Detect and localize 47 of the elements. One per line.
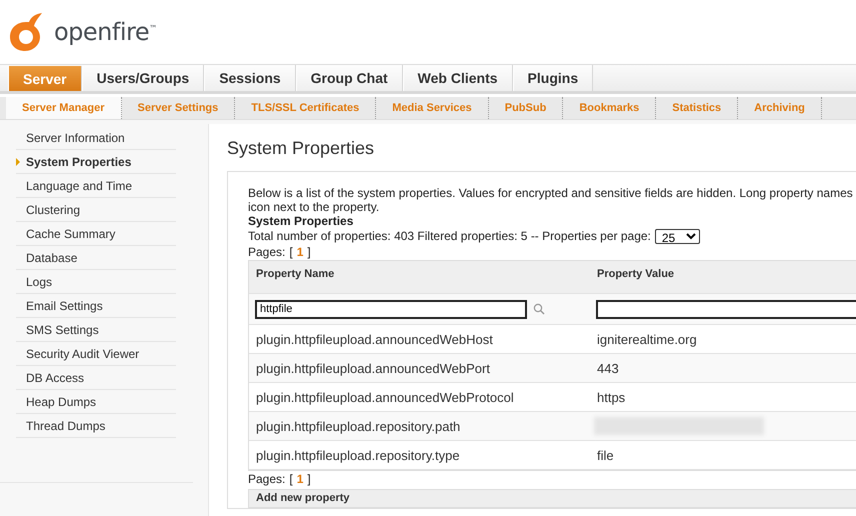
logo-text: openfire$^{™}$ — [54, 18, 157, 46]
table-cell-text: plugin.httpfileupload.repository.type — [255, 448, 461, 462]
sidebar-item[interactable]: Logs — [16, 270, 176, 294]
sidebar-item[interactable]: SMS Settings — [16, 318, 176, 342]
bracket: ] — [307, 472, 311, 486]
main-tab[interactable]: Sessions — [204, 65, 296, 91]
description-text: Below is a list of the system properties. Values for encrypted and sensitive fields are hidden. Long property names — [248, 186, 854, 200]
search-icon — [533, 303, 545, 315]
sidebar-item[interactable]: Server Information — [16, 126, 176, 150]
main-tab[interactable]: Web Clients — [402, 65, 513, 91]
page-title: System Properties — [227, 138, 376, 159]
sidebar-item[interactable]: Language and Time — [16, 174, 176, 198]
sidebar-item[interactable]: Cache Summary — [16, 222, 176, 246]
sidebar-item[interactable]: System Properties — [16, 150, 176, 174]
table-cell-text: file — [596, 448, 615, 462]
pages-label: Pages: — [248, 472, 286, 486]
table-cell-text: igniterealtime.org — [596, 332, 698, 346]
sidebar-item[interactable]: Database — [16, 246, 176, 270]
pages-label: Pages: — [248, 245, 286, 259]
bracket: ] — [307, 245, 311, 259]
column-header: Property Value — [596, 267, 676, 280]
sidebar-item[interactable]: Email Settings — [16, 294, 176, 318]
table-cell-text: 443 — [596, 360, 620, 376]
description-text: icon next to the property. — [248, 200, 380, 214]
pointer-icon — [16, 158, 20, 166]
bracket: [ — [289, 472, 293, 486]
main-tab[interactable]: Group Chat — [296, 65, 403, 91]
table-cell-text: https — [596, 390, 626, 404]
bracket: [ — [289, 245, 293, 259]
sidebar-item[interactable]: Security Audit Viewer — [16, 342, 176, 366]
section-header: Add new property — [248, 489, 856, 508]
sidebar-item[interactable]: DB Access — [16, 366, 176, 390]
main-tab[interactable]: Plugins — [512, 65, 594, 91]
table-cell-text: plugin.httpfileupload.announcedWebPort — [255, 360, 491, 376]
per-page-select[interactable]: 25 — [654, 228, 700, 244]
totals-text: Total number of properties: 403 Filtered properties: 5 -- Properties per page: — [248, 229, 651, 243]
table-cell-text: plugin.httpfileupload.announcedWebHost — [255, 332, 494, 346]
table-cell-text: plugin.httpfileupload.announcedWebProtocol — [255, 390, 515, 404]
section-title: System Properties — [248, 214, 354, 228]
sidebar-item[interactable]: Thread Dumps — [16, 414, 176, 438]
sidebar-item[interactable]: Clustering — [16, 198, 176, 222]
main-tab[interactable]: Users/Groups — [82, 65, 204, 91]
table-cell-text: plugin.httpfileupload.repository.path — [255, 418, 462, 434]
filter-field[interactable]: httpfile — [255, 300, 527, 318]
sidebar-item[interactable]: Heap Dumps — [16, 390, 176, 414]
filter-field[interactable] — [596, 300, 856, 318]
column-header: Property Name — [255, 267, 336, 280]
